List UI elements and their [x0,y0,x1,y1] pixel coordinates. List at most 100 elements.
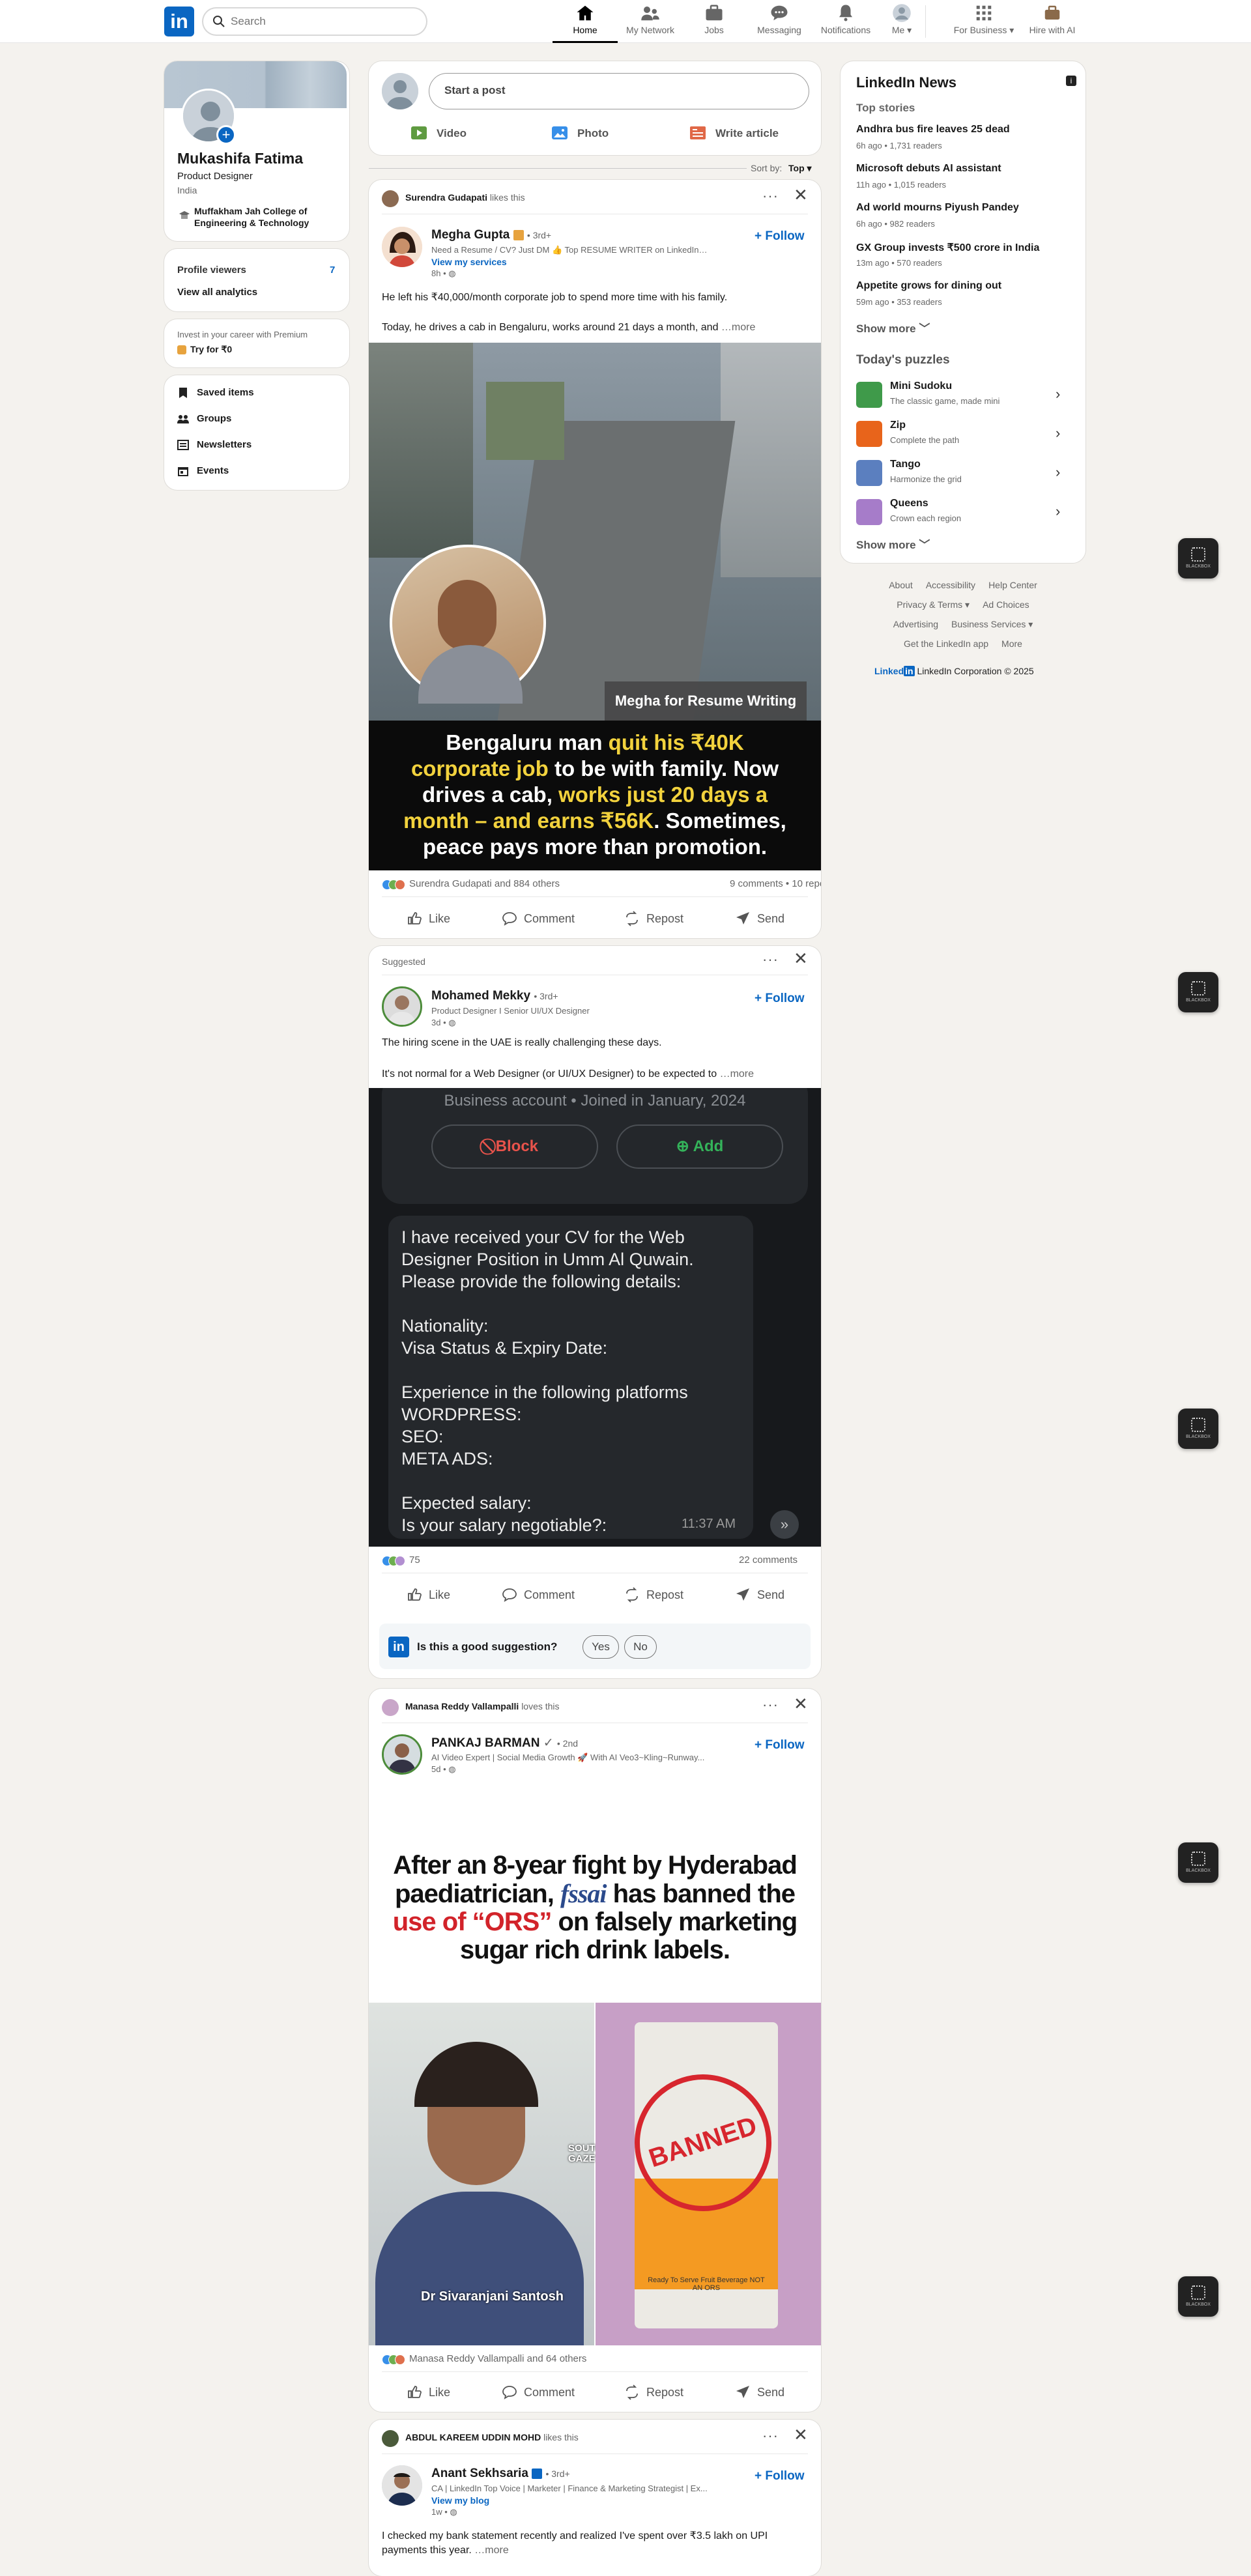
like-button[interactable]: Like [407,1577,450,1613]
blackbox-widget-button[interactable]: BLACKBOX [1178,1409,1218,1449]
puzzle-item[interactable]: Tango Harmonize the grid › [841,457,1086,494]
nav-home[interactable]: Home [553,0,618,43]
start-post-button[interactable]: Start a post [429,73,809,109]
profile-viewers-label[interactable]: Profile viewers [177,265,246,276]
reactions-count[interactable]: 75 [409,1554,420,1566]
context-name[interactable]: Manasa Reddy Vallampalli [405,1701,519,1711]
puzzle-item[interactable]: Zip Complete the path › [841,418,1086,455]
profile-viewers-count[interactable]: 7 [330,265,335,276]
close-icon[interactable]: ✕ [794,2425,808,2445]
send-button[interactable]: Send [735,900,784,937]
show-more-news-button[interactable]: Show more ﹀ [856,319,930,336]
see-more-link[interactable]: …more [474,2545,508,2556]
footer-link[interactable]: Business Services ▾ [951,619,1033,629]
comment-button[interactable]: Comment [502,2374,575,2411]
footer-link[interactable]: Accessibility [926,580,975,590]
view-analytics-link[interactable]: View all analytics [177,287,257,298]
send-button[interactable]: Send [735,2374,784,2411]
yes-button[interactable]: Yes [582,1635,619,1659]
no-button[interactable]: No [624,1635,657,1659]
post-image[interactable]: Megha for Resume Writing Bengaluru man q… [369,343,821,870]
shortcut-saved-items[interactable]: Saved items [197,387,254,398]
follow-button[interactable]: + Follow [755,992,805,1006]
repost-button[interactable]: Repost [624,2374,683,2411]
nav-for-business[interactable]: For Business ▾ [945,0,1023,43]
more-options-icon[interactable]: ··· [762,1696,779,1713]
nav-hire-with-ai[interactable]: Hire with AI [1023,0,1082,43]
see-more-link[interactable]: …more [720,1068,754,1080]
close-icon[interactable]: ✕ [794,185,808,205]
repost-button[interactable]: Repost [624,900,683,937]
context-avatar[interactable] [382,1699,399,1716]
nav-me[interactable]: Me ▾ [878,0,925,43]
follow-button[interactable]: + Follow [755,229,805,244]
shortcut-groups[interactable]: Groups [197,413,231,424]
premium-cta[interactable]: Try for ₹0 [190,344,232,355]
profile-name[interactable]: Mukashifa Fatima [177,150,303,167]
nav-notifications[interactable]: Notifications [813,0,878,43]
footer-link[interactable]: Privacy & Terms ▾ [897,599,970,610]
comments-count[interactable]: 22 comments [739,1554,798,1566]
author-avatar[interactable] [382,1734,422,1775]
context-name[interactable]: Surendra Gudapati [405,192,487,203]
context-name[interactable]: ABDUL KAREEM UDDIN MOHD [405,2432,541,2442]
comment-button[interactable]: Comment [502,1577,575,1613]
more-options-icon[interactable]: ··· [762,188,779,205]
school-line-2[interactable]: Engineering & Technology [194,218,309,228]
search-box[interactable] [202,7,427,36]
footer-link[interactable]: Help Center [988,580,1037,590]
news-item-title[interactable]: GX Group invests ₹500 crore in India [856,241,1039,254]
author-name[interactable]: Anant Sekhsaria [431,2467,528,2480]
author-avatar[interactable] [382,2465,422,2506]
nav-my-network[interactable]: My Network [618,0,683,43]
show-more-puzzles-button[interactable]: Show more ﹀ [856,536,930,552]
follow-button[interactable]: + Follow [755,1738,805,1753]
news-item-title[interactable]: Appetite grows for dining out [856,280,1001,292]
blackbox-widget-button[interactable]: BLACKBOX [1178,538,1218,579]
info-icon[interactable]: i [1066,76,1076,86]
author-avatar[interactable] [382,986,422,1027]
reactions-count[interactable]: Manasa Reddy Vallampalli and 64 others [409,2353,586,2364]
search-input[interactable] [231,14,413,29]
close-icon[interactable]: ✕ [794,1694,808,1714]
repost-button[interactable]: Repost [624,1577,683,1613]
nav-messaging[interactable]: Messaging [745,0,813,43]
view-blog-link[interactable]: View my blog [431,2495,489,2506]
footer-link[interactable]: Ad Choices [983,599,1029,610]
blackbox-widget-button[interactable]: BLACKBOX [1178,972,1218,1012]
author-avatar[interactable] [382,227,422,267]
more-options-icon[interactable]: ··· [762,2427,779,2444]
shortcut-newsletters[interactable]: Newsletters [197,439,252,450]
news-item-title[interactable]: Ad world mourns Piyush Pandey [856,202,1019,214]
shortcut-events[interactable]: Events [197,465,229,476]
view-services-link[interactable]: View my services [431,257,507,267]
context-avatar[interactable] [382,190,399,207]
close-icon[interactable]: ✕ [794,949,808,969]
footer-link[interactable]: Advertising [893,619,938,629]
footer-link[interactable]: Get the LinkedIn app [904,638,988,649]
send-button[interactable]: Send [735,1577,784,1613]
see-more-link[interactable]: …more [721,322,755,333]
author-name[interactable]: Megha Gupta [431,228,510,242]
comments-count[interactable]: 9 comments • 10 reposts [730,878,821,889]
post-image[interactable]: Business account • Joined in January, 20… [369,1088,821,1547]
follow-button[interactable]: + Follow [755,2469,805,2483]
blackbox-widget-button[interactable]: BLACKBOX [1178,1842,1218,1883]
footer-link[interactable]: More [1001,638,1022,649]
add-photo-icon[interactable]: + [216,125,236,145]
news-item-title[interactable]: Microsoft debuts AI assistant [856,163,1001,175]
news-item-title[interactable]: Andhra bus fire leaves 25 dead [856,124,1010,136]
write-article-button[interactable]: Write article [689,121,813,147]
linkedin-logo[interactable]: in [164,7,194,36]
blackbox-widget-button[interactable]: BLACKBOX [1178,2276,1218,2317]
composer-avatar[interactable] [382,73,418,109]
reactions-count[interactable]: Surendra Gudapati and 884 others [409,878,560,889]
sort-dropdown[interactable]: Top ▾ [788,163,812,174]
photo-button[interactable]: Photo [551,121,649,147]
school-line-1[interactable]: Muffakham Jah College of [194,206,307,216]
premium-card[interactable]: Invest in your career with Premium Try f… [164,319,349,367]
video-button[interactable]: Video [410,121,508,147]
post-image[interactable]: After an 8-year fight by Hyderabad paedi… [369,1786,821,2345]
puzzle-item[interactable]: Mini Sudoku The classic game, made mini … [841,379,1086,416]
author-name[interactable]: Mohamed Mekky [431,989,530,1003]
